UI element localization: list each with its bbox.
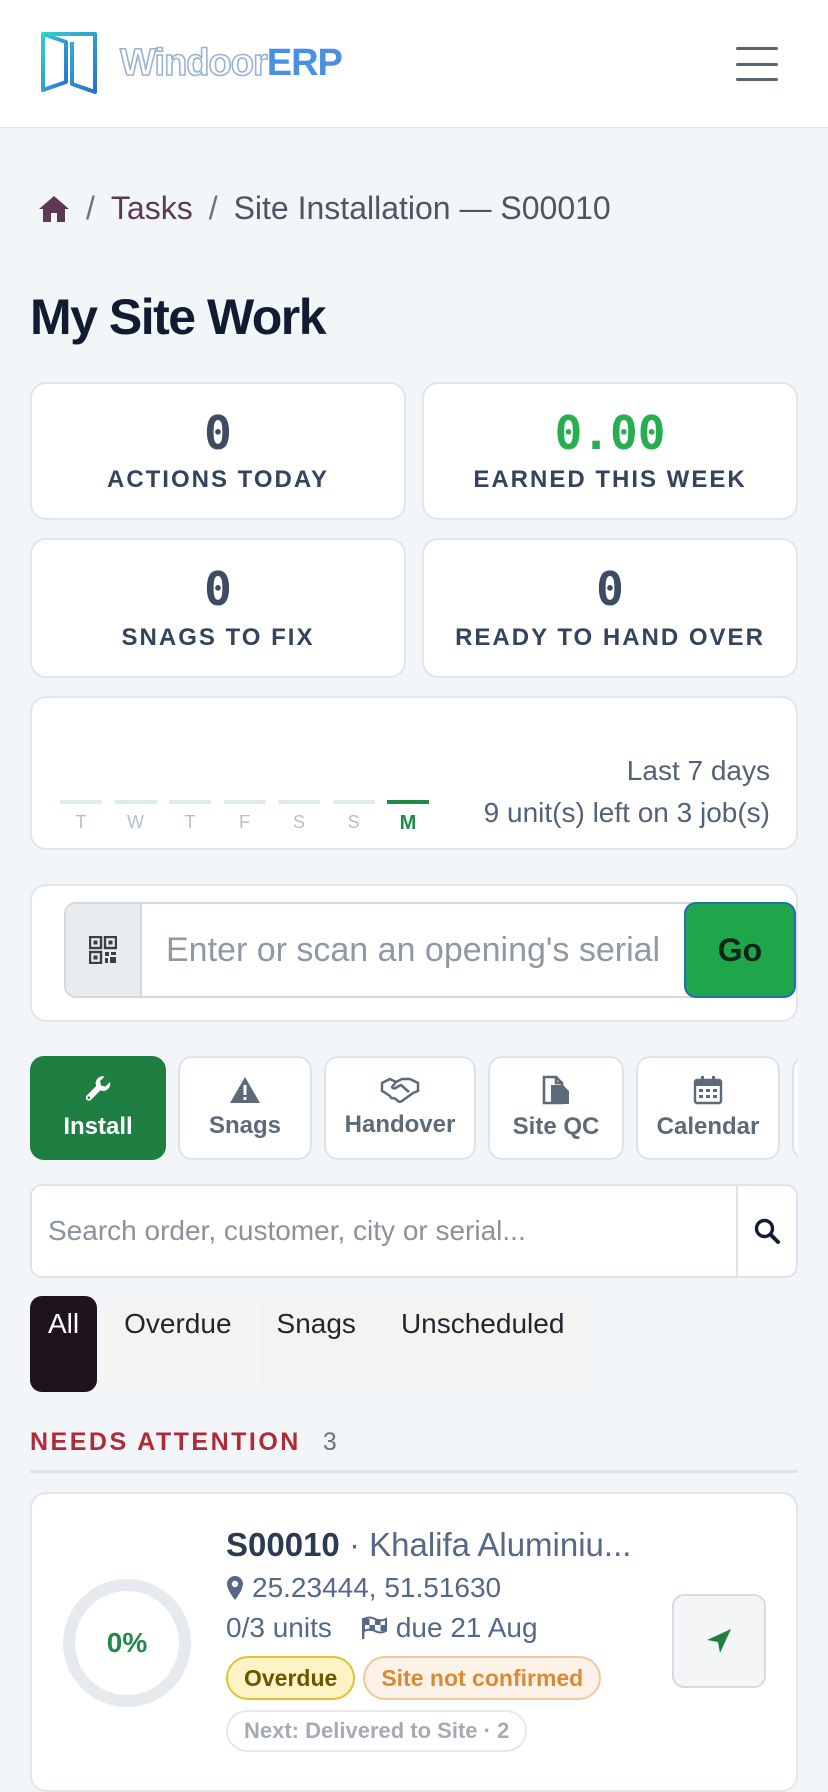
tab-label: Calendar — [656, 1113, 760, 1140]
serial-scan-input[interactable] — [142, 904, 770, 996]
tab-handover[interactable]: Handover — [324, 1056, 476, 1160]
tab-label: Install — [63, 1113, 133, 1140]
stat-value: 0.00 — [554, 406, 666, 460]
next-step-pill: Next: Delivered to Site · 2 — [226, 1710, 528, 1752]
week-units-summary: 9 unit(s) left on 3 job(s) — [483, 797, 770, 828]
go-button[interactable]: Go — [684, 902, 796, 998]
units-progress: 0/3 units — [226, 1612, 332, 1643]
week-day-1: W — [114, 800, 157, 835]
scan-card: Go — [30, 884, 798, 1022]
calendar-icon — [693, 1076, 723, 1105]
order-number[interactable]: S00010 — [226, 1526, 340, 1563]
stat-label: ACTIONS TODAY — [106, 466, 330, 493]
stat-card-earned-week: 0.00 EARNED THIS WEEK — [422, 382, 798, 520]
filter-chip-snags[interactable]: Snags — [258, 1296, 374, 1392]
job-meta: 0/3 units due 21 Aug — [226, 1612, 631, 1644]
map-pin-icon — [227, 1576, 243, 1600]
breadcrumb: / Tasks / Site Installation — S00010 — [38, 190, 611, 227]
week-day-5: S — [332, 800, 375, 835]
page-title: My Site Work — [30, 289, 327, 345]
section-count: 3 — [322, 1428, 337, 1456]
job-details: S00010 · Khalifa Aluminiu... 25.23444, 5… — [226, 1526, 631, 1752]
menu-toggle-button[interactable] — [736, 47, 778, 81]
location-arrow-icon — [707, 1629, 731, 1653]
search-button[interactable] — [736, 1186, 796, 1276]
week-day-0: T — [60, 800, 102, 835]
stat-value: 0 — [204, 562, 232, 616]
tab-calendar[interactable]: Calendar — [636, 1056, 780, 1160]
breadcrumb-separator: / — [86, 190, 95, 226]
week-day-3: F — [223, 800, 266, 835]
tab-install[interactable]: Install — [30, 1056, 166, 1160]
handshake-icon — [380, 1077, 420, 1103]
status-badges: Overdue Site not confirmed — [226, 1656, 631, 1700]
stat-label: SNAGS TO FIX — [121, 624, 315, 651]
week-day-2: T — [169, 800, 211, 835]
progress-percent: 0% — [106, 1627, 148, 1658]
stat-card-ready-handover: 0 READY TO HAND OVER — [422, 538, 798, 678]
window-logo-icon — [41, 32, 97, 94]
top-navbar: WindoorERP — [0, 0, 828, 128]
tab-label: Handover — [344, 1111, 456, 1138]
customer-name: Khalifa Aluminiu... — [369, 1526, 632, 1563]
tab-site-qc[interactable]: Site QC — [488, 1056, 624, 1160]
section-title: NEEDS ATTENTION — [30, 1428, 301, 1456]
filter-chip-unscheduled[interactable]: Unscheduled — [382, 1296, 583, 1392]
due-date: due 21 Aug — [395, 1612, 538, 1643]
stat-card-snags-to-fix: 0 SNAGS TO FIX — [30, 538, 406, 678]
tab-snags[interactable]: Snags — [178, 1056, 312, 1160]
week-range-label: Last 7 days — [626, 755, 770, 786]
stat-label: EARNED THIS WEEK — [473, 466, 747, 493]
home-icon[interactable] — [38, 194, 70, 224]
stat-card-actions-today: 0 ACTIONS TODAY — [30, 382, 406, 520]
title-separator: · — [339, 1526, 370, 1563]
order-search-bar — [30, 1184, 798, 1278]
clipboard-icon — [542, 1075, 569, 1105]
status-badge-site-not-confirmed: Site not confirmed — [363, 1656, 602, 1700]
week-summary: Last 7 days 9 unit(s) left on 3 job(s) — [484, 750, 770, 834]
job-card[interactable]: 0% S00010 · Khalifa Aluminiu... 25.23444… — [30, 1492, 798, 1792]
breadcrumb-current: Site Installation — S00010 — [233, 190, 611, 226]
breadcrumb-tasks-link[interactable]: Tasks — [111, 190, 193, 227]
stat-value: 0 — [204, 406, 232, 460]
search-icon — [754, 1218, 780, 1244]
section-divider — [30, 1470, 798, 1473]
week-day-4: S — [278, 800, 320, 835]
section-header-needs-attention: NEEDS ATTENTION 3 — [30, 1428, 337, 1457]
week-day-strip: TWTFSSM — [60, 800, 442, 835]
wrench-icon — [85, 1076, 111, 1101]
filter-chip-overdue[interactable]: Overdue — [106, 1296, 250, 1392]
brand-logo[interactable]: WindoorERP — [40, 30, 343, 96]
week-day-6: M — [387, 800, 429, 835]
tab-label: Site QC — [512, 1113, 600, 1140]
coordinates[interactable]: 25.23444, 51.51630 — [252, 1572, 501, 1604]
status-badge-overdue: Overdue — [226, 1656, 356, 1700]
brand-accent: ERP — [266, 42, 343, 84]
filter-chips: All Overdue Snags Unscheduled — [30, 1296, 583, 1392]
scan-input-group — [64, 902, 772, 998]
menu-bar — [736, 78, 778, 81]
menu-bar — [736, 62, 778, 66]
flag-checkered-icon — [361, 1616, 387, 1639]
job-location: 25.23444, 51.51630 — [226, 1572, 631, 1604]
job-title: S00010 · Khalifa Aluminiu... — [226, 1526, 631, 1564]
work-mode-tabs: Install Snags Handover Site QC Calendar — [30, 1056, 798, 1160]
warning-icon — [230, 1077, 260, 1103]
menu-bar — [736, 47, 778, 50]
breadcrumb-separator: / — [208, 190, 218, 226]
tab-more-overflow[interactable] — [792, 1056, 798, 1160]
order-search-input[interactable] — [32, 1186, 736, 1276]
qr-code-icon[interactable] — [66, 904, 142, 996]
week-activity-card: TWTFSSM Last 7 days 9 unit(s) left on 3 … — [30, 696, 798, 850]
filter-chip-all[interactable]: All — [30, 1296, 98, 1392]
tab-label: Snags — [208, 1112, 282, 1139]
brand-name: WindoorERP — [119, 42, 343, 84]
brand-word: Windoor — [119, 42, 268, 84]
stat-label: READY TO HAND OVER — [455, 624, 765, 651]
stat-value: 0 — [596, 562, 624, 616]
navigate-button[interactable] — [672, 1594, 766, 1688]
